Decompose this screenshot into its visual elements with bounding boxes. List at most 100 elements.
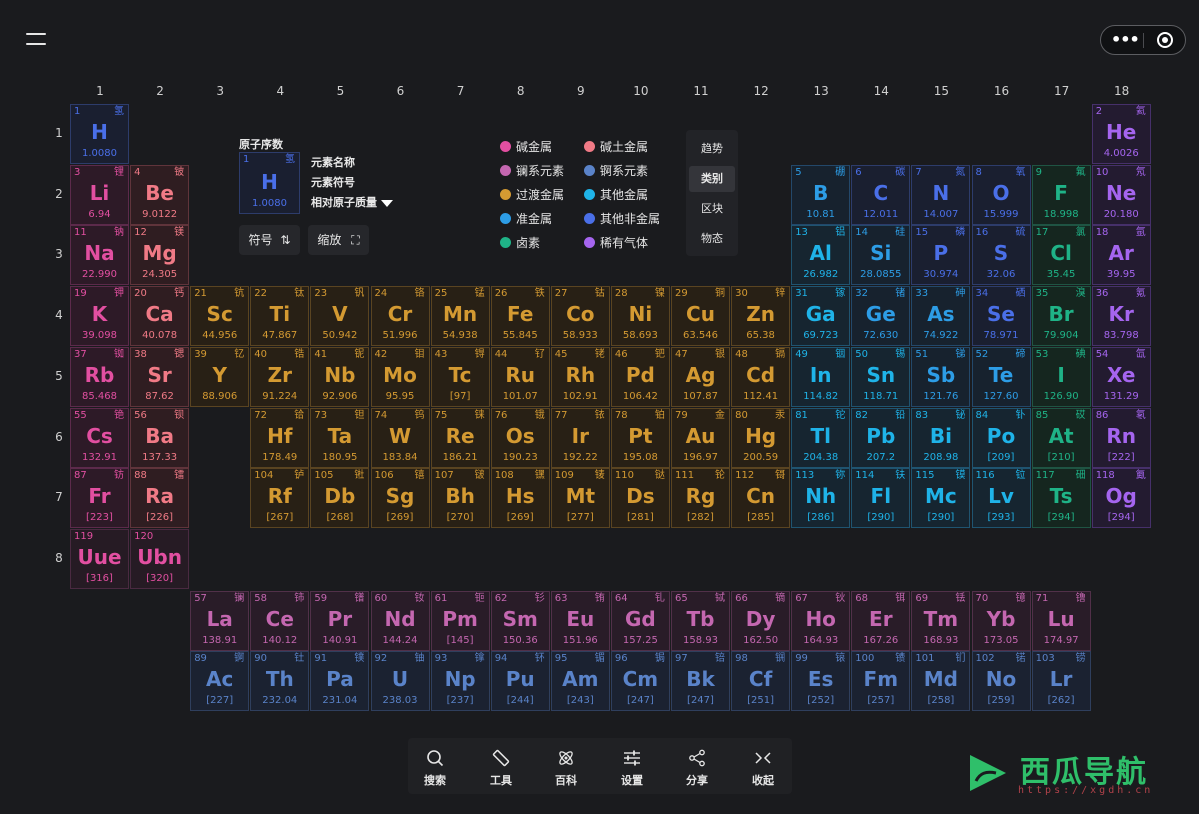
element-cell-li[interactable]: 3 锂 Li 6.94 bbox=[70, 164, 129, 225]
element-cell-th[interactable]: 90 钍 Th 232.04 bbox=[250, 651, 310, 712]
element-cell-rf[interactable]: 104 𬬻 Rf [267] bbox=[250, 468, 310, 529]
element-cell-re[interactable]: 75 铼 Re 186.21 bbox=[430, 407, 490, 468]
element-cell-pu[interactable]: 94 钚 Pu [244] bbox=[490, 651, 550, 712]
element-cell-sg[interactable]: 106 𬭳 Sg [269] bbox=[370, 468, 430, 529]
element-cell-co[interactable]: 27 钴 Co 58.933 bbox=[550, 286, 610, 347]
element-cell-fr[interactable]: 87 钫 Fr [223] bbox=[70, 468, 129, 529]
view-mode-tab[interactable]: 物态 bbox=[689, 226, 735, 252]
element-cell-sn[interactable]: 50 锡 Sn 118.71 bbox=[851, 346, 911, 407]
category-alkaline[interactable]: 碱土金属 bbox=[584, 138, 648, 155]
element-cell-xe[interactable]: 54 氙 Xe 131.29 bbox=[1091, 346, 1151, 407]
element-cell-np[interactable]: 93 镎 Np [237] bbox=[430, 651, 490, 712]
element-cell-ce[interactable]: 58 铈 Ce 140.12 bbox=[250, 590, 310, 651]
category-metalloid[interactable]: 准金属 bbox=[500, 210, 552, 227]
symbol-sort-button[interactable]: 符号 ⇅ bbox=[239, 225, 300, 255]
element-cell-sr[interactable]: 38 锶 Sr 87.62 bbox=[130, 346, 190, 407]
element-cell-ubn[interactable]: 120 Ubn [320] bbox=[130, 528, 190, 589]
element-cell-cl[interactable]: 17 氯 Cl 35.45 bbox=[1031, 225, 1091, 286]
element-cell-bk[interactable]: 97 锫 Bk [247] bbox=[671, 651, 730, 712]
element-cell-pd[interactable]: 46 钯 Pd 106.42 bbox=[610, 346, 670, 407]
element-cell-c[interactable]: 6 碳 C 12.011 bbox=[851, 164, 911, 225]
element-cell-he[interactable]: 2 氦 He 4.0026 bbox=[1091, 104, 1151, 164]
element-cell-nd[interactable]: 60 钕 Nd 144.24 bbox=[370, 590, 430, 651]
element-cell-br[interactable]: 35 溴 Br 79.904 bbox=[1031, 286, 1091, 347]
category-noble[interactable]: 稀有气体 bbox=[584, 234, 648, 251]
element-cell-mn[interactable]: 25 锰 Mn 54.938 bbox=[430, 286, 490, 347]
element-cell-cf[interactable]: 98 锎 Cf [251] bbox=[731, 651, 791, 712]
element-cell-cu[interactable]: 29 铜 Cu 63.546 bbox=[671, 286, 730, 347]
element-cell-am[interactable]: 95 镅 Am [243] bbox=[550, 651, 610, 712]
element-cell-tb[interactable]: 65 铽 Tb 158.93 bbox=[671, 590, 730, 651]
element-cell-o[interactable]: 8 氧 O 15.999 bbox=[971, 164, 1031, 225]
element-cell-cr[interactable]: 24 铬 Cr 51.996 bbox=[370, 286, 430, 347]
tools-button[interactable]: 工具 bbox=[471, 738, 531, 794]
element-cell-hs[interactable]: 108 𬭶 Hs [269] bbox=[490, 468, 550, 529]
element-cell-ba[interactable]: 56 钡 Ba 137.33 bbox=[130, 407, 190, 468]
element-cell-al[interactable]: 13 铝 Al 26.982 bbox=[791, 225, 851, 286]
element-cell-yb[interactable]: 70 镱 Yb 173.05 bbox=[971, 590, 1031, 651]
collapse-button[interactable]: 收起 bbox=[733, 738, 793, 794]
element-cell-lu[interactable]: 71 镥 Lu 174.97 bbox=[1031, 590, 1091, 651]
element-cell-hf[interactable]: 72 铪 Hf 178.49 bbox=[250, 407, 310, 468]
share-button[interactable]: 分享 bbox=[667, 738, 727, 794]
element-cell-uue[interactable]: 119 Uue [316] bbox=[70, 528, 129, 589]
element-cell-ar[interactable]: 18 氩 Ar 39.95 bbox=[1091, 225, 1151, 286]
element-cell-dy[interactable]: 66 镝 Dy 162.50 bbox=[731, 590, 791, 651]
element-cell-db[interactable]: 105 𬭊 Db [268] bbox=[310, 468, 370, 529]
element-cell-ru[interactable]: 44 钌 Ru 101.07 bbox=[490, 346, 550, 407]
search-button[interactable]: 搜索 bbox=[405, 738, 465, 794]
element-cell-bi[interactable]: 83 铋 Bi 208.98 bbox=[911, 407, 971, 468]
category-alkali[interactable]: 碱金属 bbox=[500, 138, 552, 155]
element-cell-b[interactable]: 5 硼 B 10.81 bbox=[791, 164, 851, 225]
element-cell-eu[interactable]: 63 铕 Eu 151.96 bbox=[550, 590, 610, 651]
element-cell-y[interactable]: 39 钇 Y 88.906 bbox=[190, 346, 250, 407]
element-cell-ir[interactable]: 77 铱 Ir 192.22 bbox=[550, 407, 610, 468]
element-cell-s[interactable]: 16 硫 S 32.06 bbox=[971, 225, 1031, 286]
element-cell-pr[interactable]: 59 镨 Pr 140.91 bbox=[310, 590, 370, 651]
element-cell-be[interactable]: 4 铍 Be 9.0122 bbox=[130, 164, 190, 225]
element-cell-ts[interactable]: 117 鿬 Ts [294] bbox=[1031, 468, 1091, 529]
element-cell-os[interactable]: 76 锇 Os 190.23 bbox=[490, 407, 550, 468]
category-trans[interactable]: 过渡金属 bbox=[500, 186, 564, 203]
element-cell-sb[interactable]: 51 锑 Sb 121.76 bbox=[911, 346, 971, 407]
element-cell-mc[interactable]: 115 镆 Mc [290] bbox=[911, 468, 971, 529]
element-cell-mt[interactable]: 109 鿏 Mt [277] bbox=[550, 468, 610, 529]
more-icon[interactable]: ••• bbox=[1111, 32, 1140, 48]
element-cell-fl[interactable]: 114 𫓧 Fl [290] bbox=[851, 468, 911, 529]
element-cell-cn[interactable]: 112 鿔 Cn [285] bbox=[731, 468, 791, 529]
element-cell-md[interactable]: 101 钔 Md [258] bbox=[911, 651, 971, 712]
element-cell-sm[interactable]: 62 钐 Sm 150.36 bbox=[490, 590, 550, 651]
element-cell-pb[interactable]: 82 铅 Pb 207.2 bbox=[851, 407, 911, 468]
element-cell-hg[interactable]: 80 汞 Hg 200.59 bbox=[731, 407, 791, 468]
element-cell-tc[interactable]: 43 锝 Tc [97] bbox=[430, 346, 490, 407]
element-cell-nh[interactable]: 113 鿭 Nh [286] bbox=[791, 468, 851, 529]
element-cell-na[interactable]: 11 钠 Na 22.990 bbox=[70, 225, 129, 286]
category-post[interactable]: 其他金属 bbox=[584, 186, 648, 203]
element-cell-se[interactable]: 34 硒 Se 78.971 bbox=[971, 286, 1031, 347]
element-cell-lr[interactable]: 103 铹 Lr [262] bbox=[1031, 651, 1091, 712]
element-cell-zr[interactable]: 40 锆 Zr 91.224 bbox=[250, 346, 310, 407]
element-cell-mo[interactable]: 42 钼 Mo 95.95 bbox=[370, 346, 430, 407]
element-cell-v[interactable]: 23 钒 V 50.942 bbox=[310, 286, 370, 347]
element-cell-tl[interactable]: 81 铊 Tl 204.38 bbox=[791, 407, 851, 468]
element-cell-tm[interactable]: 69 铥 Tm 168.93 bbox=[911, 590, 971, 651]
element-cell-er[interactable]: 68 铒 Er 167.26 bbox=[851, 590, 911, 651]
element-cell-pt[interactable]: 78 铂 Pt 195.08 bbox=[610, 407, 670, 468]
element-cell-ho[interactable]: 67 钬 Ho 164.93 bbox=[791, 590, 851, 651]
element-cell-ne[interactable]: 10 氖 Ne 20.180 bbox=[1091, 164, 1151, 225]
element-cell-sc[interactable]: 21 钪 Sc 44.956 bbox=[190, 286, 250, 347]
element-cell-cd[interactable]: 48 镉 Cd 112.41 bbox=[731, 346, 791, 407]
element-cell-nb[interactable]: 41 铌 Nb 92.906 bbox=[310, 346, 370, 407]
element-cell-w[interactable]: 74 钨 W 183.84 bbox=[370, 407, 430, 468]
element-cell-fm[interactable]: 100 镄 Fm [257] bbox=[851, 651, 911, 712]
element-cell-in[interactable]: 49 铟 In 114.82 bbox=[791, 346, 851, 407]
element-cell-si[interactable]: 14 硅 Si 28.0855 bbox=[851, 225, 911, 286]
category-lanth[interactable]: 镧系元素 bbox=[500, 162, 564, 179]
element-cell-n[interactable]: 7 氮 N 14.007 bbox=[911, 164, 971, 225]
element-cell-k[interactable]: 19 钾 K 39.098 bbox=[70, 286, 129, 347]
element-cell-pm[interactable]: 61 钷 Pm [145] bbox=[430, 590, 490, 651]
element-cell-ag[interactable]: 47 银 Ag 107.87 bbox=[671, 346, 730, 407]
element-cell-f[interactable]: 9 氟 F 18.998 bbox=[1031, 164, 1091, 225]
element-cell-i[interactable]: 53 碘 I 126.90 bbox=[1031, 346, 1091, 407]
element-cell-ca[interactable]: 20 钙 Ca 40.078 bbox=[130, 286, 190, 347]
